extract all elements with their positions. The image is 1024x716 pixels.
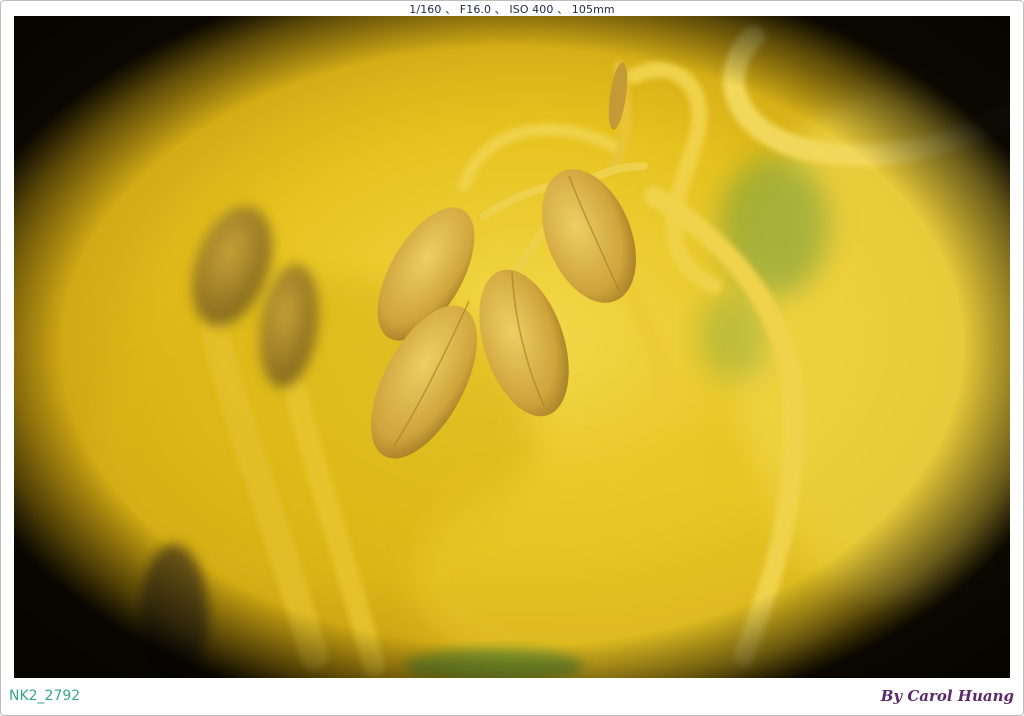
exif-info: 1/160 、 F16.0 、 ISO 400 、 105mm	[409, 3, 615, 16]
flower-macro-photo	[14, 16, 1010, 678]
photographer-signature: By Carol Huang	[880, 687, 1014, 705]
file-name-label: NK2_2792	[9, 688, 81, 704]
